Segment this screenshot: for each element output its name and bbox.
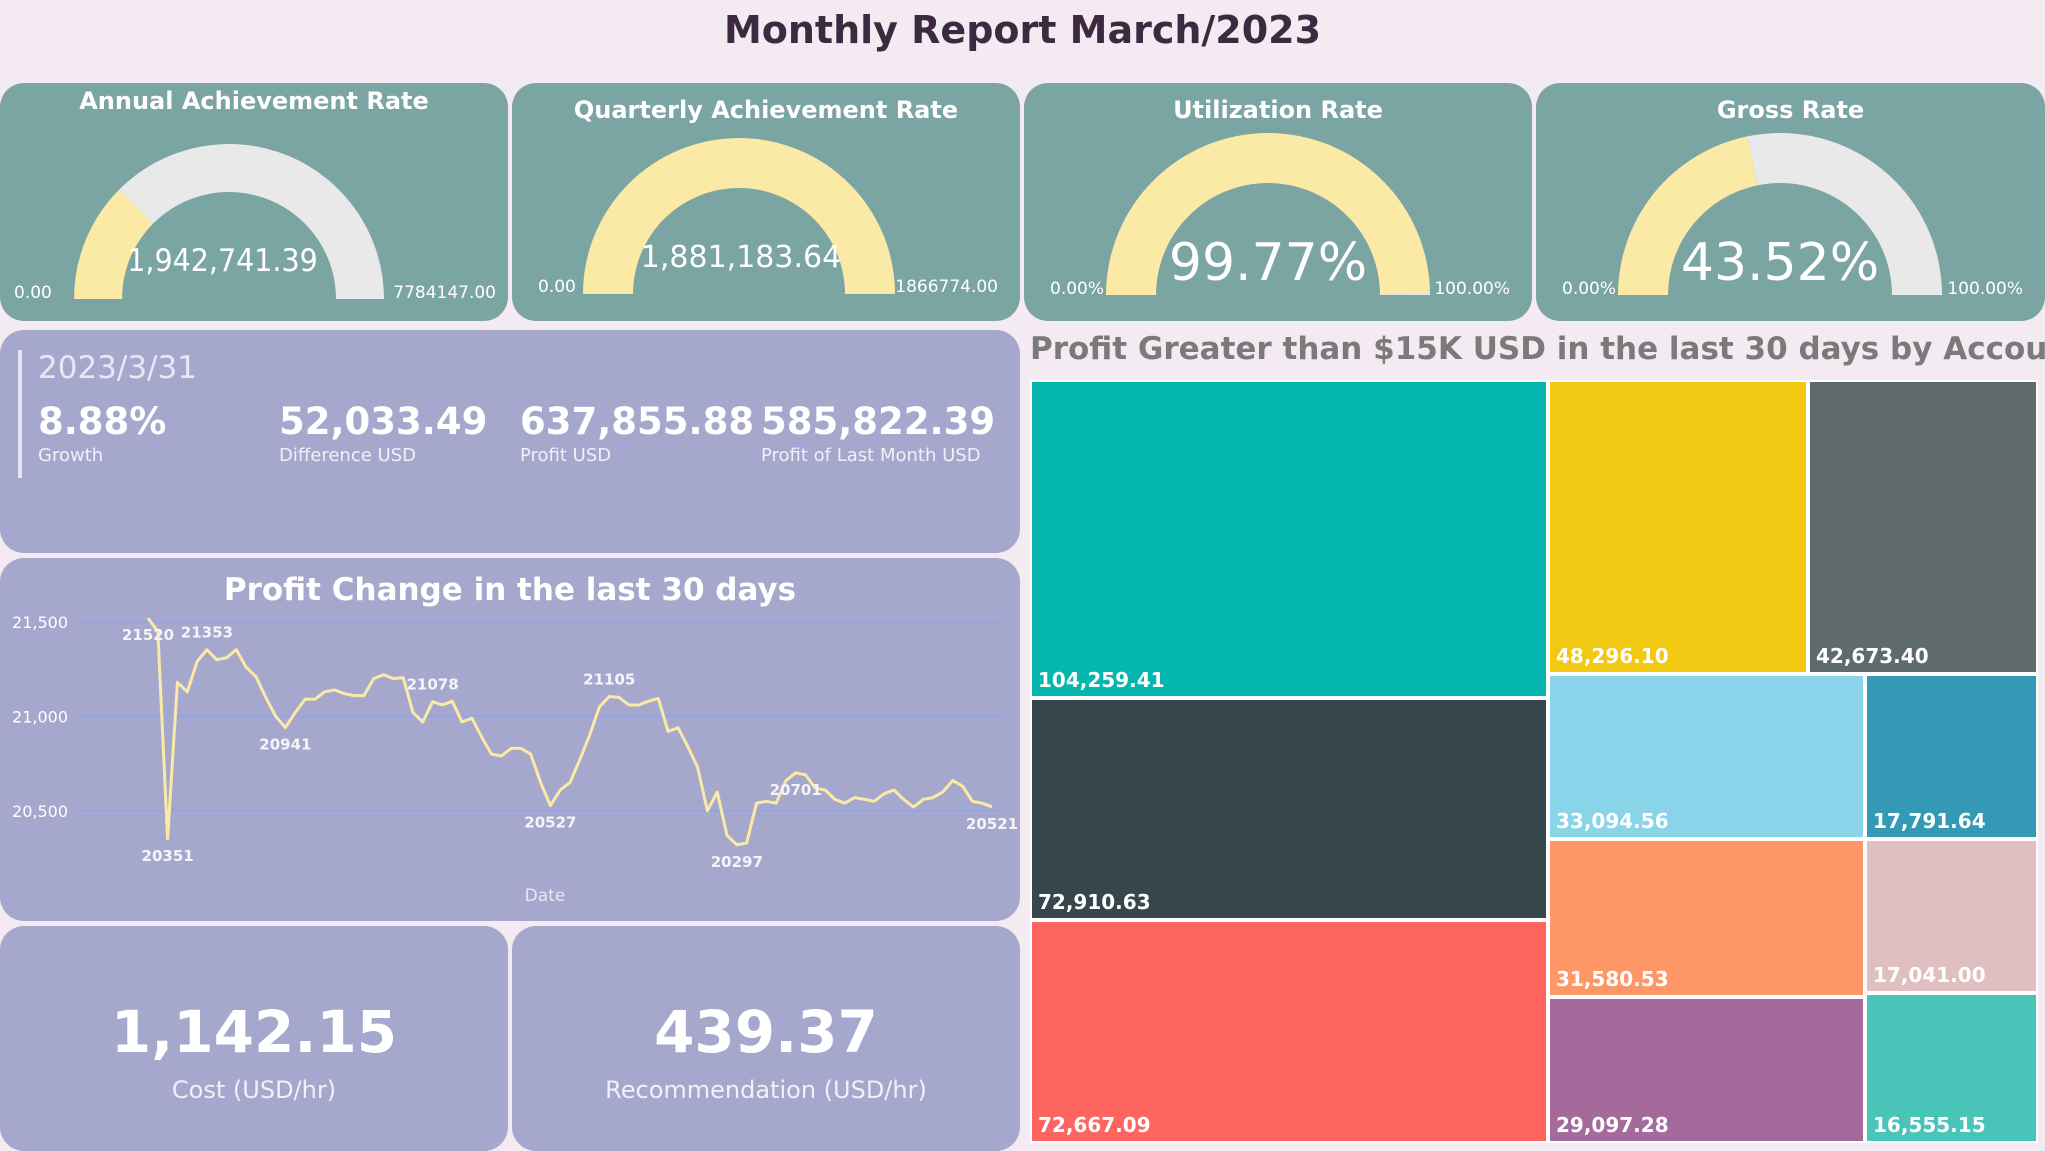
treemap-tile[interactable]: 42,673.40 (1808, 380, 2038, 674)
data-label: 21105 (583, 671, 635, 689)
y-tick-label: 20,500 (12, 802, 68, 821)
gauge-max: 1866774.00 (895, 277, 998, 297)
recommendation-card: 439.37 Recommendation (USD/hr) (512, 926, 1020, 1151)
profit-change-card: Profit Change in the last 30 days 20,500… (0, 558, 1020, 921)
treemap-tile-label: 29,097.28 (1556, 1113, 1669, 1137)
x-axis-label: Date (525, 886, 566, 906)
kpi-label: Profit USD (520, 445, 612, 466)
kpi-profit-last-month: 585,822.39 Profit of Last Month USD (761, 400, 995, 466)
treemap-tile-label: 33,094.56 (1556, 809, 1669, 833)
data-label: 20521 (966, 815, 1018, 833)
quarterly-achievement-gauge-card: Quarterly Achievement Rate 0.00 1866774.… (512, 83, 1020, 321)
treemap-tile[interactable]: 33,094.56 (1548, 674, 1865, 839)
kpi-accent-bar (18, 350, 22, 478)
treemap-tile-label: 17,791.64 (1873, 809, 1986, 833)
kpi-value: 637,855.88 (520, 400, 755, 443)
gauge-value: 99.77% (1168, 233, 1368, 293)
data-label: 20297 (711, 853, 763, 871)
data-label: 20941 (259, 735, 311, 753)
treemap-tile-label: 16,555.15 (1873, 1113, 1986, 1137)
kpi-label: Growth (38, 445, 104, 466)
kpi-card: 2023/3/31 8.88% Growth 52,033.49 Differe… (0, 330, 1020, 553)
data-label: 20351 (142, 847, 194, 865)
profit-change-line-chart: 20,500 21,000 21,500 21520 20351 21353 20941 21… (12, 613, 1018, 906)
gauge-min: 0.00 (538, 277, 576, 297)
y-tick-label: 21,000 (12, 707, 68, 726)
cost-value: 1,142.15 (110, 998, 398, 1066)
treemap-tile[interactable]: 48,296.10 (1548, 380, 1808, 674)
kpi-value: 8.88% (38, 400, 167, 443)
treemap-tile-label: 48,296.10 (1556, 644, 1669, 668)
kpi-value: 585,822.39 (761, 400, 996, 443)
gauge-value: 43.52% (1680, 233, 1880, 293)
kpi-difference: 52,033.49 Difference USD (279, 400, 487, 466)
treemap-tile-label: 72,910.63 (1038, 890, 1151, 914)
treemap-tile-label: 42,673.40 (1816, 644, 1929, 668)
treemap-tile-label: 17,041.00 (1873, 963, 1986, 987)
gauge-value: 1,881,183.64 (640, 240, 842, 275)
treemap-tile[interactable]: 17,041.00 (1865, 839, 2038, 993)
recommendation-value: 439.37 (654, 998, 878, 1066)
treemap-tile[interactable]: 31,580.53 (1548, 839, 1865, 997)
report-title: Monthly Report March/2023 (723, 8, 1322, 52)
data-label: 21078 (407, 676, 459, 694)
kpi-growth: 8.88% Growth (38, 400, 166, 466)
annual-achievement-gauge-card: Annual Achievement Rate 0.00 7784147.00 … (0, 83, 508, 321)
data-label: 20527 (524, 814, 576, 832)
treemap-tile-label: 31,580.53 (1556, 967, 1669, 991)
kpi-date: 2023/3/31 (38, 350, 197, 386)
cost-label: Cost (USD/hr) (171, 1076, 337, 1104)
kpi-value: 52,033.49 (279, 400, 488, 443)
gauge-max: 7784147.00 (393, 283, 496, 303)
treemap-tile[interactable]: 72,667.09 (1030, 920, 1548, 1143)
kpi-label: Profit of Last Month USD (761, 445, 981, 466)
recommendation-label: Recommendation (USD/hr) (605, 1076, 927, 1104)
treemap-tile-label: 104,259.41 (1038, 668, 1165, 692)
kpi-profit: 637,855.88 Profit USD (520, 400, 754, 466)
gross-rate-gauge-card: Gross Rate 0.00% 100.00% 43.52% (1536, 83, 2045, 321)
kpi-label: Difference USD (279, 445, 416, 466)
data-label: 21353 (181, 624, 233, 642)
utilization-rate-gauge-card: Utilization Rate 0.00% 100.00% 99.77% (1024, 83, 1532, 321)
gauge-min: 0.00 (14, 283, 52, 303)
treemap-tile[interactable]: 17,791.64 (1865, 674, 2038, 839)
treemap-tile-label: 72,667.09 (1038, 1113, 1151, 1137)
y-tick-label: 21,500 (12, 613, 68, 632)
treemap-tile[interactable]: 16,555.15 (1865, 993, 2038, 1143)
treemap-tile[interactable]: 72,910.63 (1030, 698, 1548, 920)
data-label: 21520 (122, 626, 174, 644)
treemap-title: Profit Greater than $15K USD in the last… (1030, 331, 2045, 367)
data-label: 20701 (770, 781, 822, 799)
treemap-tile[interactable]: 104,259.41 (1030, 380, 1548, 698)
treemap-tile[interactable]: 29,097.28 (1548, 997, 1865, 1143)
cost-card: 1,142.15 Cost (USD/hr) (0, 926, 508, 1151)
